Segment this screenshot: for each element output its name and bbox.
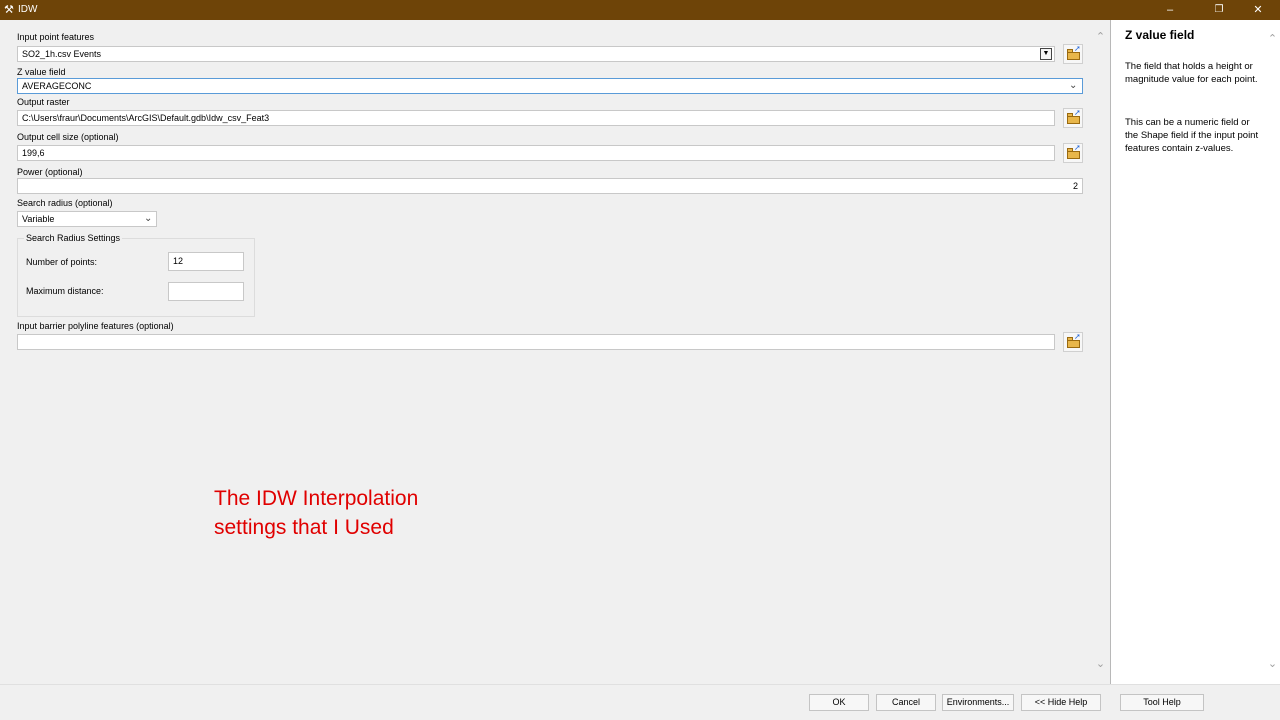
open-arrow-icon: ➚	[1074, 108, 1081, 117]
open-arrow-icon: ➚	[1074, 143, 1081, 152]
output-raster-input[interactable]: C:\Users\fraur\Documents\ArcGIS\Default.…	[17, 110, 1055, 126]
annotation-line-1: The IDW Interpolation	[214, 487, 419, 510]
ok-button[interactable]: OK	[809, 694, 869, 711]
open-arrow-icon: ➚	[1074, 44, 1081, 53]
browse-barrier-features-button[interactable]: ➚	[1063, 332, 1083, 352]
hide-help-button[interactable]: << Hide Help	[1021, 694, 1101, 711]
power-input[interactable]: 2	[17, 178, 1083, 194]
z-value-field-value: AVERAGECONC	[22, 81, 92, 91]
number-of-points-label: Number of points:	[26, 257, 98, 267]
dialog-footer: OK Cancel Environments... << Hide Help T…	[0, 684, 1280, 720]
chevron-down-icon[interactable]: ⌄	[1069, 79, 1077, 93]
title-bar: ⚒ IDW – ❐ ✕	[0, 0, 1280, 20]
browse-output-raster-button[interactable]: ➚	[1063, 108, 1083, 128]
browse-input-point-features-button[interactable]: ➚	[1063, 44, 1083, 64]
search-radius-settings-title: Search Radius Settings	[24, 233, 123, 244]
maximum-distance-label: Maximum distance:	[26, 286, 104, 296]
help-panel: Z value field The field that holds a hei…	[1110, 20, 1280, 684]
output-cell-size-input[interactable]: 199,6	[17, 145, 1055, 161]
number-of-points-input[interactable]: 12	[168, 252, 244, 271]
power-value: 2	[1072, 181, 1078, 191]
help-paragraph-2: This can be a numeric field or the Shape…	[1125, 117, 1259, 154]
output-cell-size-label: Output cell size (optional)	[17, 132, 119, 142]
output-raster-value: C:\Users\fraur\Documents\ArcGIS\Default.…	[22, 113, 270, 123]
scroll-up-icon[interactable]: ⌃	[1094, 31, 1107, 43]
maximum-distance-input[interactable]	[168, 282, 244, 301]
dropdown-arrow-icon[interactable]: ▼	[1040, 48, 1052, 60]
open-arrow-icon: ➚	[1074, 332, 1081, 341]
browse-output-cell-size-button[interactable]: ➚	[1063, 143, 1083, 163]
help-title: Z value field	[1125, 28, 1195, 42]
annotation-text: The IDW Interpolation settings that I Us…	[214, 484, 418, 542]
chevron-down-icon[interactable]: ⌄	[144, 212, 152, 226]
z-value-field-label: Z value field	[17, 67, 66, 77]
input-point-features-dropdown[interactable]: SO2_1h.csv Events ▼	[17, 46, 1055, 62]
input-point-features-label: Input point features	[17, 32, 95, 42]
search-radius-label: Search radius (optional)	[17, 198, 113, 208]
help-scroll-down-icon[interactable]: ⌄	[1266, 658, 1279, 670]
window-title: IDW	[18, 4, 38, 15]
z-value-field-combobox[interactable]: AVERAGECONC ⌄	[17, 78, 1083, 94]
environments-button[interactable]: Environments...	[942, 694, 1014, 711]
minimize-button[interactable]: –	[1148, 0, 1192, 20]
output-raster-label: Output raster	[17, 97, 70, 107]
search-radius-settings-group	[17, 238, 255, 317]
annotation-line-2: settings that I Used	[214, 516, 394, 539]
scroll-down-icon[interactable]: ⌄	[1094, 658, 1107, 670]
search-radius-value: Variable	[22, 214, 55, 224]
tool-help-button[interactable]: Tool Help	[1120, 694, 1204, 711]
restore-button[interactable]: ❐	[1197, 0, 1241, 20]
help-scroll-up-icon[interactable]: ⌃	[1266, 33, 1279, 45]
close-button[interactable]: ✕	[1236, 0, 1280, 20]
cancel-button[interactable]: Cancel	[876, 694, 936, 711]
power-label: Power (optional)	[17, 167, 83, 177]
form-scrollbar[interactable]: ⌃ ⌄	[1092, 20, 1109, 682]
number-of-points-value: 12	[173, 256, 184, 266]
input-point-features-value: SO2_1h.csv Events	[22, 49, 102, 59]
barrier-features-label: Input barrier polyline features (optiona…	[17, 321, 174, 331]
output-cell-size-value: 199,6	[22, 148, 45, 158]
help-paragraph-1: The field that holds a height or magnitu…	[1125, 61, 1258, 85]
hammer-tool-icon: ⚒	[4, 4, 14, 16]
search-radius-dropdown[interactable]: Variable ⌄	[17, 211, 157, 227]
barrier-features-input[interactable]	[17, 334, 1055, 350]
